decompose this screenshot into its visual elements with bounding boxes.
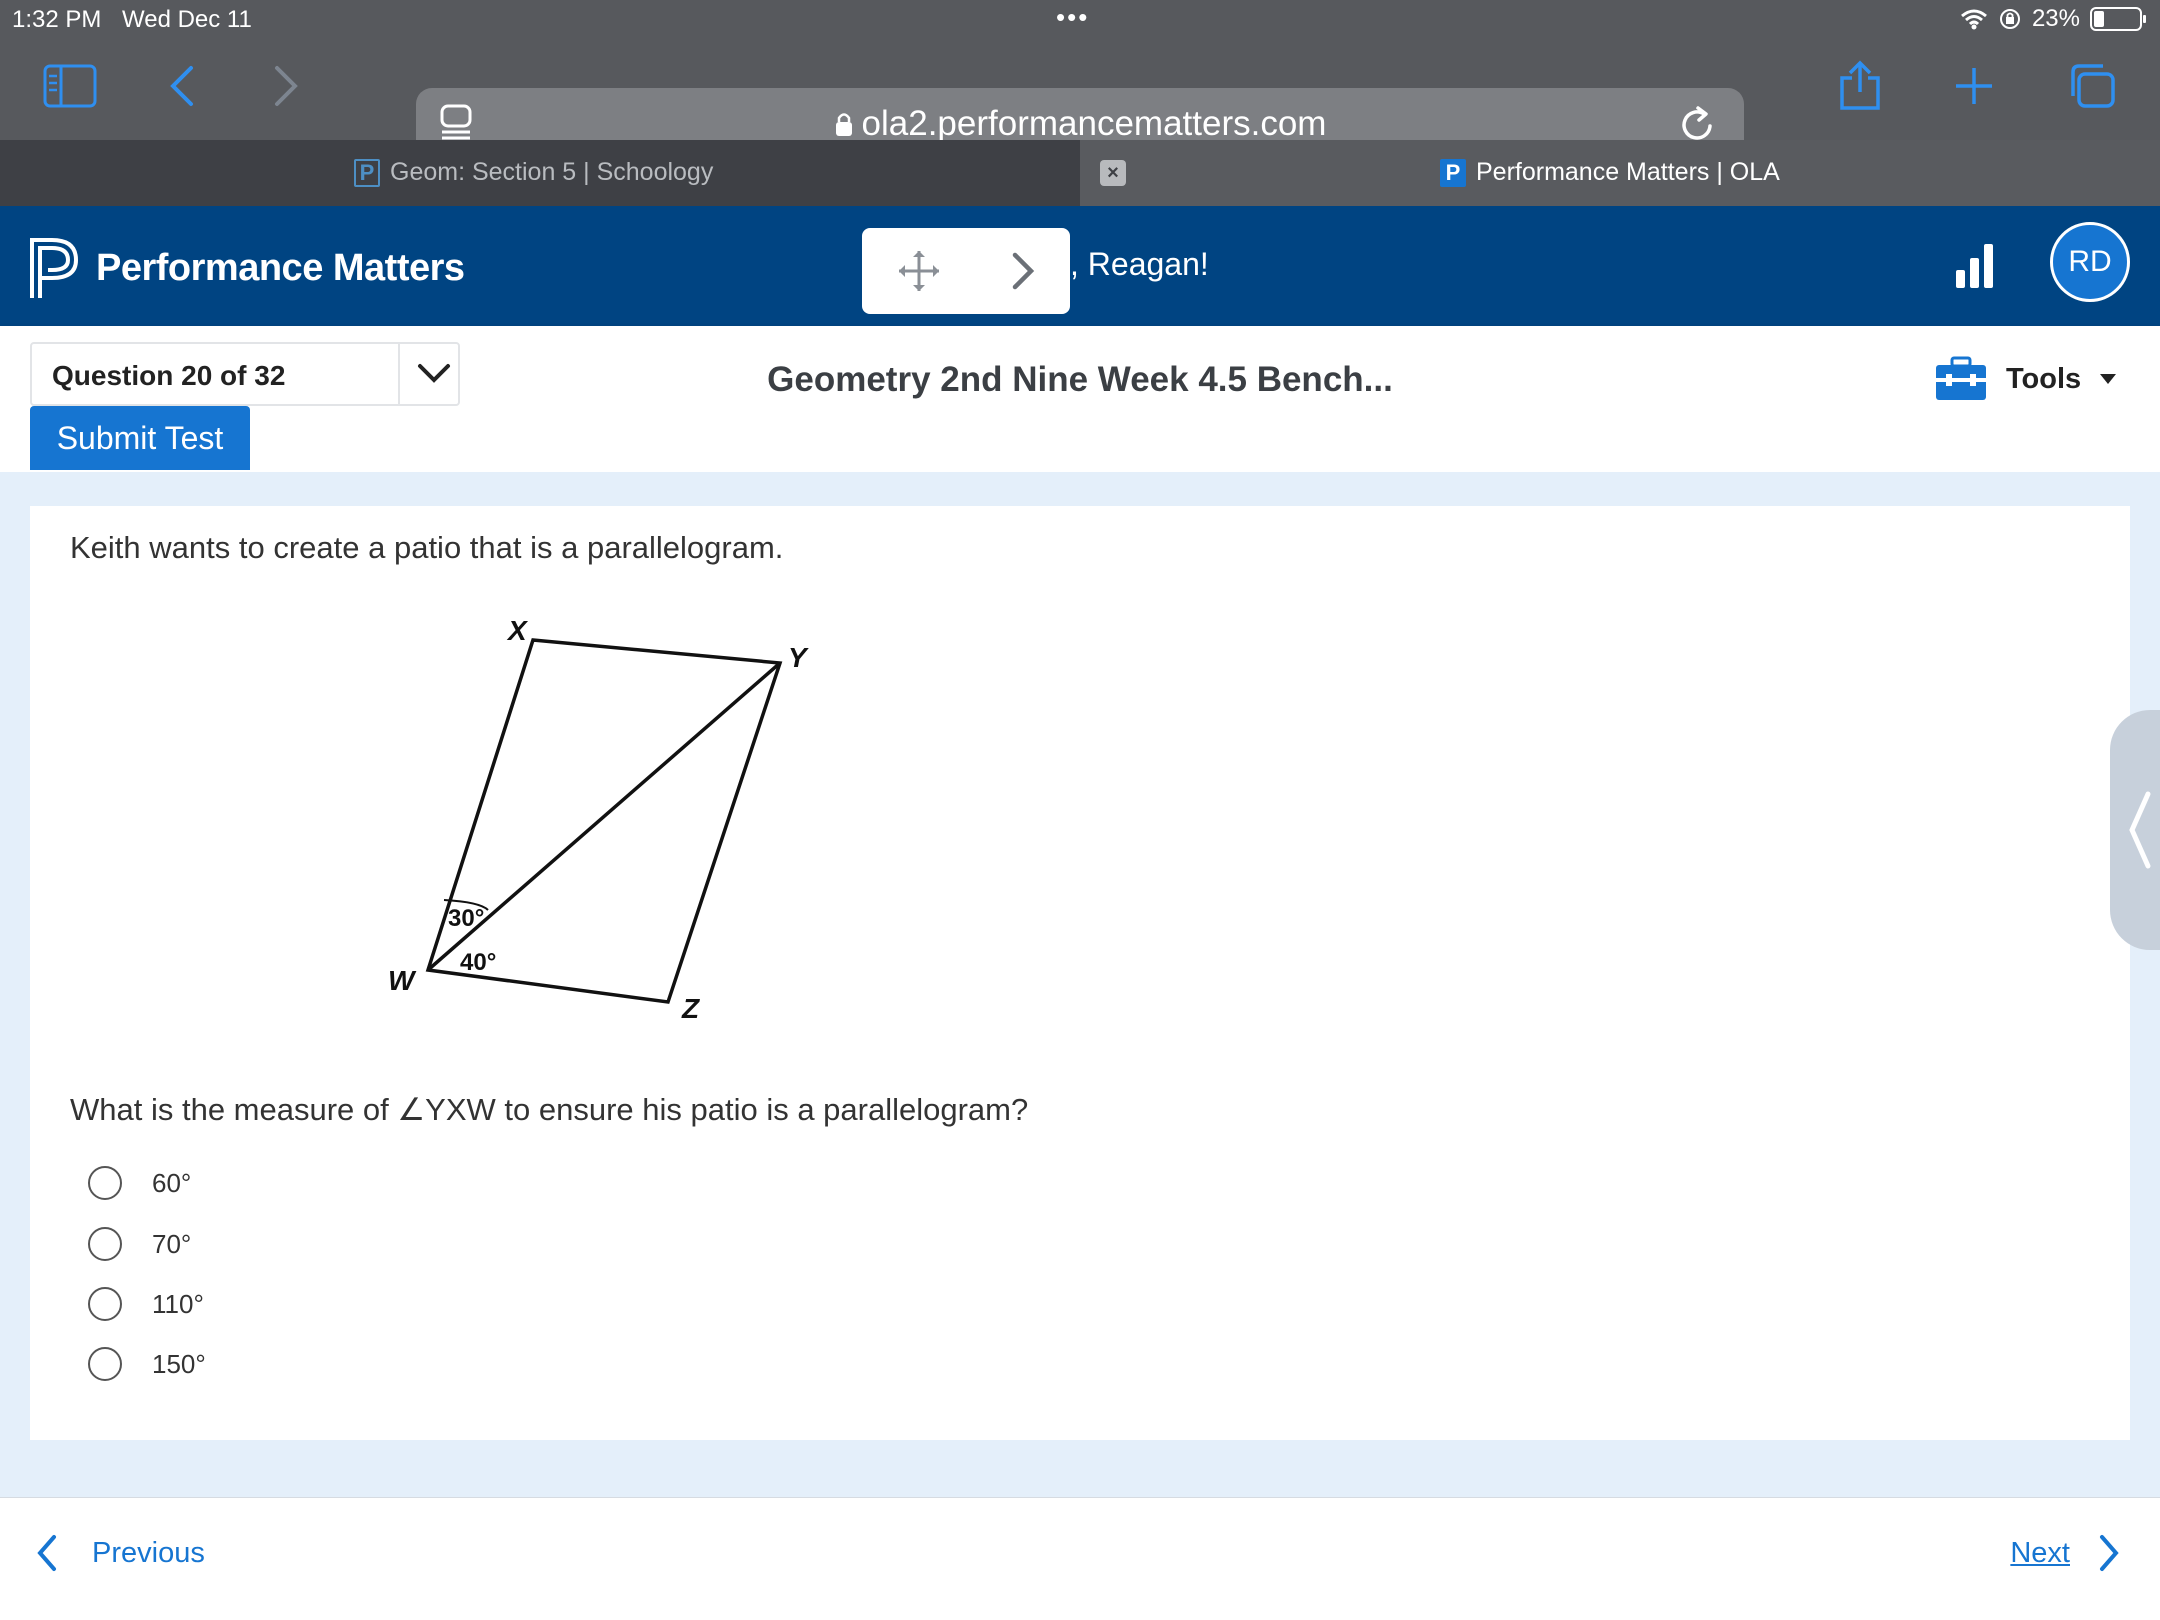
lock-icon bbox=[835, 113, 852, 136]
next-button[interactable]: Next bbox=[2010, 1534, 2120, 1572]
reports-bar-chart-icon[interactable] bbox=[1956, 244, 1993, 288]
toolbox-icon bbox=[1936, 356, 1986, 400]
tools-label: Tools bbox=[2006, 362, 2082, 395]
share-icon[interactable] bbox=[1830, 56, 1890, 116]
answer-choice-label: 70° bbox=[152, 1228, 192, 1259]
parallelogram-figure: X Y W Z 30° 40° bbox=[388, 615, 809, 1024]
status-time: 1:32 PM bbox=[12, 6, 102, 33]
chevron-right-icon[interactable] bbox=[1009, 249, 1037, 293]
tab-schoology[interactable]: P Geom: Section 5 | Schoology bbox=[0, 140, 1080, 206]
vertex-label-w: W bbox=[388, 965, 417, 996]
status-bar: 1:32 PM Wed Dec 11 ••• 23% bbox=[0, 0, 2160, 40]
move-icon[interactable] bbox=[895, 247, 943, 295]
radio-button[interactable] bbox=[88, 1166, 122, 1200]
sidebar-toggle-icon[interactable] bbox=[40, 56, 100, 116]
tab-performance-matters-label: Performance Matters | OLA bbox=[1476, 158, 1780, 186]
caret-down-icon bbox=[2100, 374, 2117, 384]
next-label: Next bbox=[2010, 1536, 2070, 1569]
tools-menu[interactable]: Tools bbox=[1934, 356, 2117, 402]
tab-bar: P Geom: Section 5 | Schoology × P Perfor… bbox=[0, 140, 2160, 206]
battery-icon bbox=[2090, 7, 2146, 31]
url-text: ola2.performancematters.com bbox=[416, 104, 1744, 144]
status-indicators: 23% bbox=[1960, 5, 2146, 33]
question-toolbar: Question 20 of 32 Submit Test Geometry 2… bbox=[0, 326, 2160, 472]
battery-percent: 23% bbox=[2031, 5, 2080, 32]
chevron-left-icon bbox=[37, 1535, 56, 1571]
answer-choice[interactable]: 70° bbox=[88, 1227, 191, 1261]
forward-icon[interactable] bbox=[256, 56, 316, 116]
answer-choice[interactable]: 110° bbox=[88, 1287, 204, 1321]
answer-choice-label: 60° bbox=[152, 1167, 192, 1198]
vertex-label-y: Y bbox=[788, 642, 809, 673]
question-prompt: What is the measure of ∠YXW to ensure hi… bbox=[70, 1092, 1029, 1127]
chevron-right-icon bbox=[2100, 1535, 2119, 1571]
browser-toolbar: ola2.performancematters.com bbox=[0, 40, 2160, 160]
angle-label-lower: 40° bbox=[460, 949, 496, 976]
performance-matters-favicon-icon: P bbox=[354, 158, 380, 187]
tabs-overview-icon[interactable] bbox=[2062, 56, 2122, 116]
parallelogram-shape bbox=[425, 638, 783, 1004]
chevron-left-icon bbox=[2129, 791, 2151, 869]
app-header: Performance Matters , Reagan! RD bbox=[0, 206, 2160, 326]
new-tab-icon[interactable] bbox=[1944, 56, 2004, 116]
side-panel-handle[interactable] bbox=[2110, 710, 2160, 950]
vertex-label-x: X bbox=[506, 615, 529, 646]
previous-button[interactable]: Previous bbox=[36, 1534, 205, 1572]
previous-label: Previous bbox=[92, 1536, 205, 1569]
user-greeting: , Reagan! bbox=[1070, 246, 1209, 282]
performance-matters-favicon-icon: P bbox=[1440, 158, 1466, 187]
test-title: Geometry 2nd Nine Week 4.5 Bench... bbox=[767, 360, 1393, 399]
submit-test-button[interactable]: Submit Test bbox=[30, 406, 250, 470]
performance-matters-logo: Performance Matters bbox=[28, 236, 465, 300]
answer-choice-label: 110° bbox=[152, 1288, 204, 1319]
status-date: Wed Dec 11 bbox=[122, 6, 252, 33]
tab-schoology-title: P Geom: Section 5 | Schoology bbox=[354, 158, 713, 187]
close-tab-icon[interactable]: × bbox=[1100, 160, 1126, 186]
tab-schoology-label: Geom: Section 5 | Schoology bbox=[390, 158, 714, 186]
answer-choice[interactable]: 60° bbox=[88, 1166, 191, 1200]
tab-performance-matters-title: P Performance Matters | OLA bbox=[1440, 158, 1780, 187]
brand-title: Performance Matters bbox=[96, 246, 465, 289]
user-avatar[interactable]: RD bbox=[2050, 222, 2130, 302]
radio-button[interactable] bbox=[88, 1287, 122, 1321]
answer-choice-label: 150° bbox=[152, 1348, 206, 1379]
angle-label-upper: 30° bbox=[448, 905, 484, 932]
back-icon[interactable] bbox=[152, 56, 212, 116]
url-value: ola2.performancematters.com bbox=[861, 104, 1327, 143]
orientation-lock-icon bbox=[1999, 9, 2020, 29]
answer-choice[interactable]: 150° bbox=[88, 1347, 206, 1381]
radio-button[interactable] bbox=[88, 1227, 122, 1261]
vertex-label-z: Z bbox=[681, 993, 700, 1024]
floating-control bbox=[862, 228, 1070, 314]
multitasking-dots-icon[interactable]: ••• bbox=[1056, 2, 1089, 33]
performance-matters-logo-icon bbox=[30, 238, 79, 298]
radio-button[interactable] bbox=[88, 1347, 122, 1381]
navigation-footer: Previous Next bbox=[0, 1497, 2160, 1620]
question-card bbox=[30, 506, 2130, 1440]
question-stem: Keith wants to create a patio that is a … bbox=[70, 530, 784, 565]
wifi-icon bbox=[1960, 9, 1987, 30]
